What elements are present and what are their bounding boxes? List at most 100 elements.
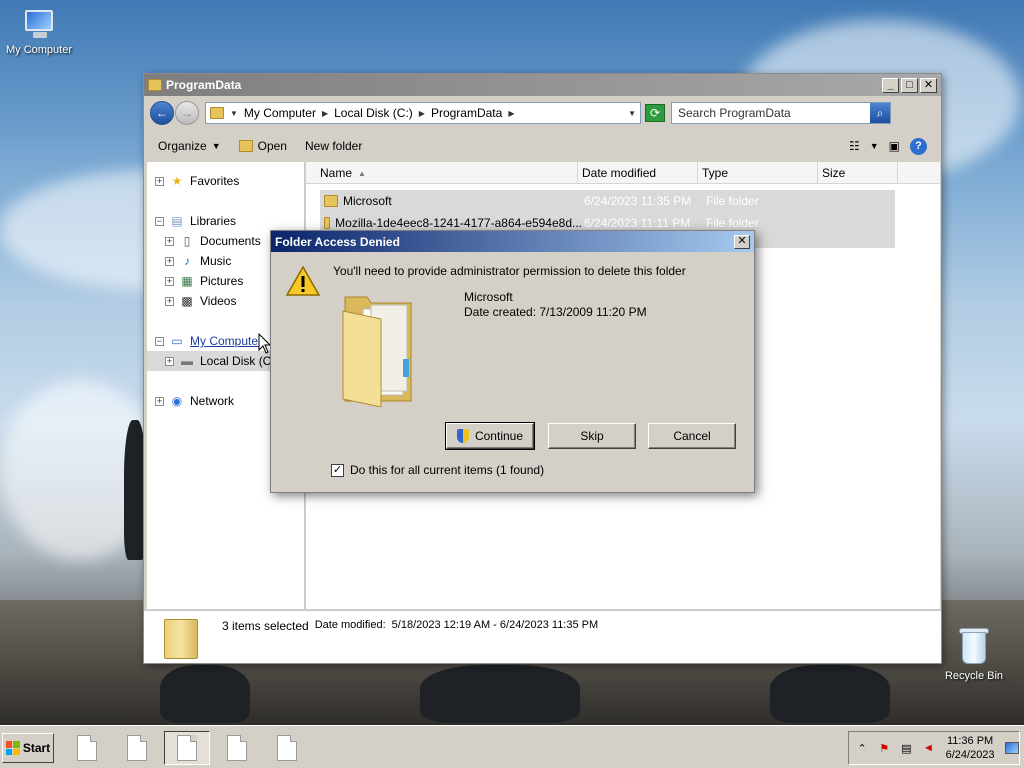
expand-icon[interactable]: +: [165, 236, 174, 246]
organize-label: Organize: [158, 139, 207, 153]
apply-to-all-checkbox[interactable]: ✓ Do this for all current items (1 found…: [331, 463, 544, 477]
skip-button[interactable]: Skip: [548, 423, 636, 449]
tree-item-my-computer[interactable]: − ▭ My Computer: [155, 331, 262, 351]
chevron-right-icon[interactable]: ▶: [419, 109, 425, 118]
expand-icon[interactable]: +: [165, 256, 174, 266]
clock[interactable]: 11:36 PM 6/24/2023: [944, 734, 997, 762]
tree-item-label: Network: [190, 394, 235, 408]
column-date-modified[interactable]: Date modified: [578, 162, 698, 184]
tree-item-label: Local Disk (C:): [200, 354, 279, 368]
refresh-button[interactable]: ⟳: [645, 104, 665, 122]
column-type[interactable]: Type: [698, 162, 818, 184]
window-title: ProgramData: [166, 78, 242, 92]
details-pane: 3 items selected Date modified: 5/18/202…: [144, 610, 941, 663]
selection-count: 3 items selected: [222, 619, 309, 633]
dialog-titlebar[interactable]: Folder Access Denied ✕: [271, 231, 754, 252]
search-input[interactable]: Search ProgramData ⌕: [671, 102, 891, 124]
tree-item-videos[interactable]: + ▩ Videos: [165, 291, 236, 311]
library-icon: ▤: [171, 214, 183, 228]
expand-icon[interactable]: +: [165, 276, 174, 286]
document-icon: [277, 735, 297, 761]
taskbar: Start ⌃ ⚑ ▤ ◄ 11:36 PM 6/24/2023: [0, 725, 1024, 768]
chevron-down-icon[interactable]: ▼: [870, 141, 879, 151]
back-button[interactable]: ←: [150, 101, 174, 125]
folder-icon: [148, 79, 162, 91]
cancel-button[interactable]: Cancel: [648, 423, 736, 449]
chevron-up-icon[interactable]: ⌃: [855, 740, 869, 756]
sort-up-icon: ▲: [358, 168, 366, 178]
taskbar-app[interactable]: [214, 731, 260, 765]
file-date: 6/24/2023 11:35 PM: [584, 194, 692, 208]
taskbar-app[interactable]: [114, 731, 160, 765]
desktop-icon-my-computer[interactable]: My Computer: [1, 10, 77, 56]
tree-item-documents[interactable]: + ▯ Documents: [165, 231, 261, 251]
address-bar: ← → ▼ My Computer ▶ Local Disk (C:) ▶ Pr…: [144, 97, 941, 129]
continue-button[interactable]: Continue: [445, 422, 535, 450]
expand-icon[interactable]: +: [165, 296, 174, 306]
folder-icon: [210, 107, 224, 119]
penguin-silhouette: [770, 665, 890, 723]
file-name: Mozilla-1de4eec8-1241-4177-a864-e594e8d.…: [335, 216, 582, 230]
new-folder-label: New folder: [304, 139, 363, 153]
show-desktop-icon[interactable]: [1004, 742, 1019, 754]
star-icon: ★: [171, 174, 183, 188]
chevron-down-icon[interactable]: ▼: [628, 109, 636, 118]
tree-item-pictures[interactable]: + ▦ Pictures: [165, 271, 243, 291]
dialog-date-created: Date created: 7/13/2009 11:20 PM: [464, 305, 647, 319]
network-icon[interactable]: ▤: [899, 740, 913, 756]
help-icon[interactable]: ?: [910, 137, 927, 155]
minimize-button[interactable]: _: [882, 77, 899, 93]
chevron-right-icon[interactable]: ▶: [508, 109, 514, 118]
chevron-right-icon[interactable]: ▶: [322, 109, 328, 118]
file-name: Microsoft: [343, 194, 392, 208]
taskbar-app[interactable]: [264, 731, 310, 765]
breadcrumb-item[interactable]: My Computer: [244, 106, 316, 120]
breadcrumb-item[interactable]: ProgramData: [431, 106, 502, 120]
tree-item-music[interactable]: + ♪ Music: [165, 251, 231, 271]
penguin-silhouette: [420, 665, 580, 723]
collapse-icon[interactable]: −: [155, 336, 164, 346]
view-options-icon[interactable]: ☷: [849, 139, 860, 153]
close-button[interactable]: ✕: [920, 77, 937, 93]
breadcrumb-item[interactable]: Local Disk (C:): [334, 106, 413, 120]
computer-icon: ▭: [171, 334, 183, 348]
checkmark-icon[interactable]: ✓: [331, 463, 344, 477]
volume-muted-icon[interactable]: ◄: [921, 740, 935, 756]
column-headers: Name ▲ Date modified Type Size: [306, 162, 940, 184]
tree-item-favorites[interactable]: + ★ Favorites: [155, 171, 239, 191]
chevron-down-icon: ▼: [211, 141, 221, 151]
tree-item-label: Videos: [200, 294, 237, 308]
new-folder-button[interactable]: New folder: [305, 139, 362, 153]
music-icon: ♪: [184, 254, 190, 268]
taskbar-app[interactable]: [64, 731, 110, 765]
clock-date: 6/24/2023: [945, 749, 995, 761]
open-button[interactable]: Open: [238, 139, 287, 153]
taskbar-app-active[interactable]: [164, 731, 210, 765]
collapse-icon[interactable]: −: [155, 216, 164, 226]
organize-button[interactable]: Organize ▼: [158, 139, 221, 153]
start-button[interactable]: Start: [2, 733, 54, 763]
dialog-folder-name: Microsoft: [464, 290, 513, 304]
chevron-right-icon[interactable]: ▼: [230, 109, 238, 118]
action-center-flag-icon[interactable]: ⚑: [877, 740, 891, 756]
forward-button[interactable]: →: [175, 101, 199, 125]
column-label: Type: [702, 166, 729, 180]
maximize-button[interactable]: □: [901, 77, 918, 93]
column-name[interactable]: Name ▲: [306, 162, 578, 184]
expand-icon[interactable]: +: [155, 396, 164, 406]
tree-item-network[interactable]: + ◉ Network: [155, 391, 234, 411]
expand-icon[interactable]: +: [155, 176, 164, 186]
breadcrumb[interactable]: ▼ My Computer ▶ Local Disk (C:) ▶ Progra…: [205, 102, 641, 124]
desktop-icon-recycle-bin[interactable]: Recycle Bin: [936, 626, 1012, 682]
tree-item-libraries[interactable]: − ▤ Libraries: [155, 211, 236, 231]
window-titlebar[interactable]: ProgramData _ □ ✕: [144, 74, 941, 96]
date-modified-range: 5/18/2023 12:19 AM - 6/24/2023 11:35 PM: [391, 619, 599, 631]
column-size[interactable]: Size: [818, 162, 898, 184]
preview-pane-icon[interactable]: ▣: [889, 139, 900, 153]
recycle-bin-icon: [959, 626, 989, 666]
file-row[interactable]: Microsoft 6/24/2023 11:35 PM File folder: [320, 190, 895, 212]
close-button[interactable]: ✕: [734, 234, 750, 249]
search-icon[interactable]: ⌕: [870, 103, 890, 123]
expand-icon[interactable]: +: [165, 356, 174, 366]
file-type: File folder: [706, 194, 759, 208]
